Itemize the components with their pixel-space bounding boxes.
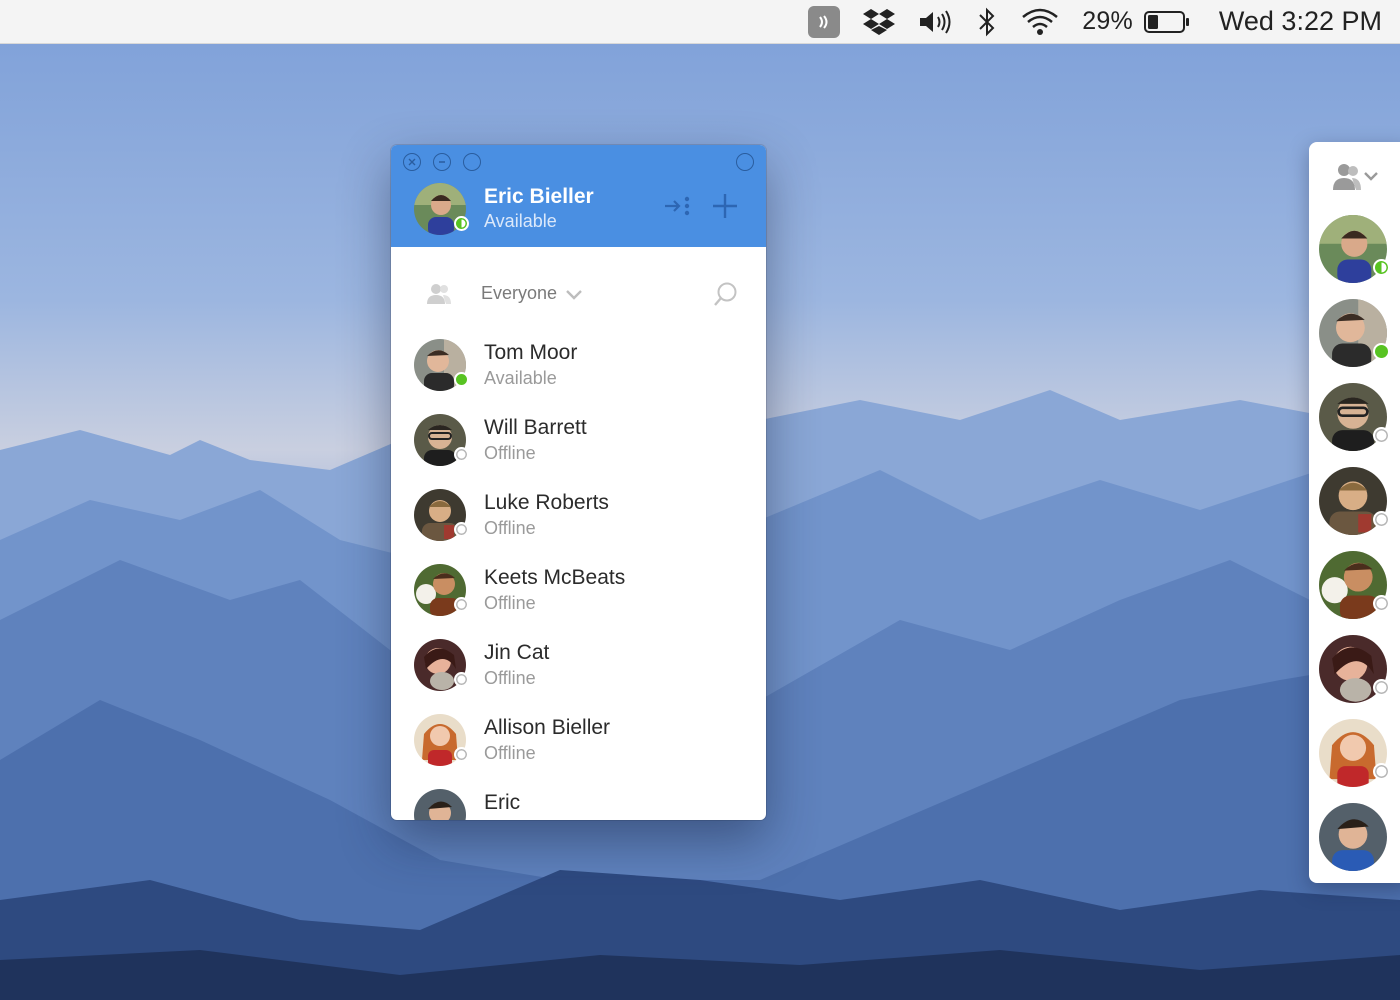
dock-avatar[interactable] — [1319, 215, 1390, 283]
user-status[interactable]: Available — [484, 211, 557, 232]
pin-button[interactable] — [736, 153, 754, 171]
presence-indicator — [1373, 511, 1390, 528]
presence-indicator — [454, 597, 469, 612]
presence-indicator — [1373, 427, 1390, 444]
list-item[interactable]: Tom Moor Available — [391, 339, 766, 414]
menu-bar: 29% Wed 3:22 PM — [0, 0, 1400, 44]
presence-indicator — [454, 522, 469, 537]
window-controls — [403, 153, 481, 171]
presence-indicator — [454, 672, 469, 687]
collapse-button[interactable] — [662, 190, 694, 222]
people-icon[interactable] — [1331, 160, 1379, 194]
list-item[interactable]: Eric — [391, 789, 766, 820]
minimize-icon — [439, 161, 445, 163]
close-button[interactable] — [403, 153, 421, 171]
contact-name: Keets McBeats — [484, 566, 626, 589]
presence-indicator — [454, 216, 469, 231]
contact-status: Available — [484, 368, 557, 388]
menu-app-icon[interactable] — [808, 0, 841, 44]
window-header: Eric Bieller Available — [391, 145, 766, 247]
list-item[interactable]: Luke Roberts Offline — [391, 489, 766, 564]
contact-status: Offline — [484, 518, 536, 538]
dock-avatar[interactable] — [1319, 299, 1390, 367]
close-icon — [408, 158, 416, 166]
dropbox-icon[interactable] — [862, 0, 896, 44]
contact-status: Offline — [484, 668, 536, 688]
dock-avatar[interactable] — [1319, 551, 1390, 619]
collapse-icon — [665, 196, 690, 216]
contact-name: Jin Cat — [484, 641, 550, 664]
add-button[interactable] — [709, 190, 741, 222]
avatar — [414, 714, 469, 766]
minimize-button[interactable] — [433, 153, 451, 171]
list-item[interactable]: Jin Cat Offline — [391, 639, 766, 714]
list-item[interactable]: Will Barrett Offline — [391, 414, 766, 489]
avatar — [414, 639, 469, 691]
chevron-down-icon[interactable] — [565, 287, 583, 301]
user-name[interactable]: Eric Bieller — [484, 185, 594, 209]
presence-indicator — [454, 747, 469, 762]
bluetooth-icon[interactable] — [976, 0, 998, 44]
avatar — [414, 564, 469, 616]
presence-indicator — [1373, 259, 1390, 276]
user-avatar[interactable] — [414, 183, 469, 235]
dock-avatar[interactable] — [1319, 635, 1390, 703]
contact-status: Offline — [484, 743, 536, 763]
dock-avatar[interactable] — [1319, 803, 1387, 871]
contact-name: Will Barrett — [484, 416, 587, 439]
battery-percent: 29% — [1082, 7, 1133, 35]
presence-indicator — [454, 447, 469, 462]
add-icon — [713, 194, 737, 218]
presence-indicator — [454, 372, 469, 387]
avatar — [414, 789, 466, 820]
list-item[interactable]: Keets McBeats Offline — [391, 564, 766, 639]
filter-bar: Everyone — [391, 247, 766, 339]
dock-avatar[interactable] — [1319, 719, 1390, 787]
wifi-icon[interactable] — [1020, 0, 1060, 44]
avatar — [414, 414, 469, 466]
contact-name: Luke Roberts — [484, 491, 609, 514]
dock-avatar[interactable] — [1319, 467, 1390, 535]
contacts-window: Eric Bieller Available Everyone Tom Moor… — [391, 145, 766, 820]
presence-indicator — [1373, 595, 1390, 612]
contact-name: Allison Bieller — [484, 716, 611, 739]
avatar — [414, 489, 469, 541]
people-icon[interactable] — [425, 280, 453, 308]
battery-icon[interactable] — [1143, 0, 1191, 44]
volume-icon[interactable] — [918, 0, 954, 44]
presence-indicator — [1373, 763, 1390, 780]
list-item[interactable]: Allison Bieller Offline — [391, 714, 766, 789]
presence-indicator — [1373, 343, 1390, 360]
avatar — [414, 339, 469, 391]
clock[interactable]: Wed 3:22 PM — [1219, 6, 1382, 37]
contact-name: Eric — [484, 791, 521, 814]
contact-name: Tom Moor — [484, 341, 578, 364]
zoom-button[interactable] — [463, 153, 481, 171]
contact-status: Offline — [484, 443, 536, 463]
search-icon[interactable] — [712, 280, 740, 308]
presence-indicator — [1373, 679, 1390, 696]
dock-avatar[interactable] — [1319, 383, 1390, 451]
side-dock — [1309, 142, 1400, 883]
contact-status: Offline — [484, 593, 536, 613]
group-filter-dropdown[interactable]: Everyone — [481, 283, 557, 304]
